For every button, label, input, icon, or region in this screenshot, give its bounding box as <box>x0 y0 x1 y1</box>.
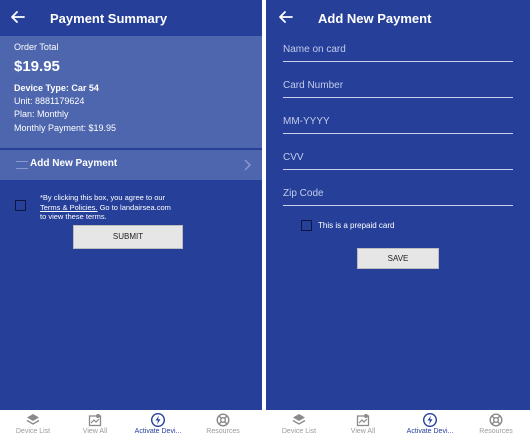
unit-number: Unit: 8881179624 <box>14 96 85 106</box>
page-title: Add New Payment <box>318 11 432 26</box>
nav-item-view-all[interactable]: View All <box>332 410 394 444</box>
app-header: Add New Payment <box>266 0 530 36</box>
terms-line-3: to view these terms. <box>40 212 107 221</box>
nav-item-device-list[interactable]: Device List <box>2 410 64 444</box>
arrow-left-icon[interactable] <box>10 9 26 25</box>
payment-summary-screen: Payment Summary Order Total $19.95 Devic… <box>0 0 262 444</box>
layers-icon <box>292 414 306 425</box>
submit-button[interactable]: SUBMIT <box>73 225 183 249</box>
lifebuoy-icon <box>489 413 503 427</box>
name-on-card-field[interactable]: Name on card <box>283 41 513 62</box>
cvv-placeholder: CVV <box>283 152 304 163</box>
cvv-field[interactable]: CVV <box>283 149 513 170</box>
nav-label: Device List <box>281 428 317 435</box>
add-new-payment-row[interactable]: Add New Payment <box>0 150 262 180</box>
chevron-right-icon <box>244 159 252 171</box>
order-total-label: Order Total <box>14 42 59 52</box>
terms-policies-link[interactable]: Terms & Policies. <box>40 203 98 212</box>
terms-line-1: *By clicking this box, you agree to our <box>40 193 166 202</box>
card-number-placeholder: Card Number <box>283 80 344 91</box>
nav-item-resources[interactable]: Resources <box>465 410 527 444</box>
map-icon <box>356 414 370 427</box>
lifebuoy-icon <box>216 413 230 427</box>
nav-label: Resources <box>479 428 513 435</box>
order-total-amount: $19.95 <box>14 58 60 75</box>
add-new-payment-screen: Add New Payment Name on card Card Number… <box>266 0 530 444</box>
map-icon <box>88 414 102 427</box>
nav-item-device-list[interactable]: Device List <box>268 410 330 444</box>
nav-label: Activate Devi... <box>406 428 454 435</box>
nav-item-activate-device[interactable]: Activate Devi... <box>127 410 189 444</box>
divider-lines-icon <box>16 161 28 169</box>
nav-item-resources[interactable]: Resources <box>192 410 254 444</box>
plan: Plan: Monthly <box>14 109 69 119</box>
terms-checkbox[interactable] <box>15 200 26 211</box>
device-type: Device Type: Car 54 <box>14 83 99 93</box>
nav-label: Activate Devi... <box>134 428 182 435</box>
bolt-icon <box>151 413 165 427</box>
nav-label: Resources <box>206 428 240 435</box>
prepaid-label: This is a prepaid card <box>318 221 395 230</box>
name-on-card-placeholder: Name on card <box>283 44 346 55</box>
save-button[interactable]: SAVE <box>357 248 439 269</box>
arrow-left-icon[interactable] <box>278 9 294 25</box>
prepaid-checkbox[interactable] <box>301 220 312 231</box>
monthly-payment: Monthly Payment: $19.95 <box>14 123 117 133</box>
nav-label: View All <box>82 428 108 435</box>
zip-code-field[interactable]: Zip Code <box>283 185 513 206</box>
expiry-placeholder: MM-YYYY <box>283 116 330 127</box>
nav-item-activate-device[interactable]: Activate Devi... <box>399 410 461 444</box>
nav-item-view-all[interactable]: View All <box>64 410 126 444</box>
bolt-icon <box>423 413 437 427</box>
zip-code-placeholder: Zip Code <box>283 188 324 199</box>
bottom-nav: Device List View All Activate Devi... Re… <box>0 410 262 444</box>
app-header: Payment Summary <box>0 0 262 36</box>
expiry-field[interactable]: MM-YYYY <box>283 113 513 134</box>
nav-label: Device List <box>15 428 51 435</box>
page-title: Payment Summary <box>50 11 168 26</box>
layers-icon <box>26 414 40 425</box>
nav-label: View All <box>350 428 376 435</box>
add-new-payment-label: Add New Payment <box>30 158 118 169</box>
terms-line-2: Go to landairsea.com <box>97 202 171 212</box>
bottom-nav: Device List View All Activate Devi... Re… <box>266 410 530 444</box>
order-summary-panel: Order Total $19.95 Device Type: Car 54 U… <box>0 36 262 148</box>
card-number-field[interactable]: Card Number <box>283 77 513 98</box>
terms-text: *By clicking this box, you agree to our … <box>40 193 171 222</box>
